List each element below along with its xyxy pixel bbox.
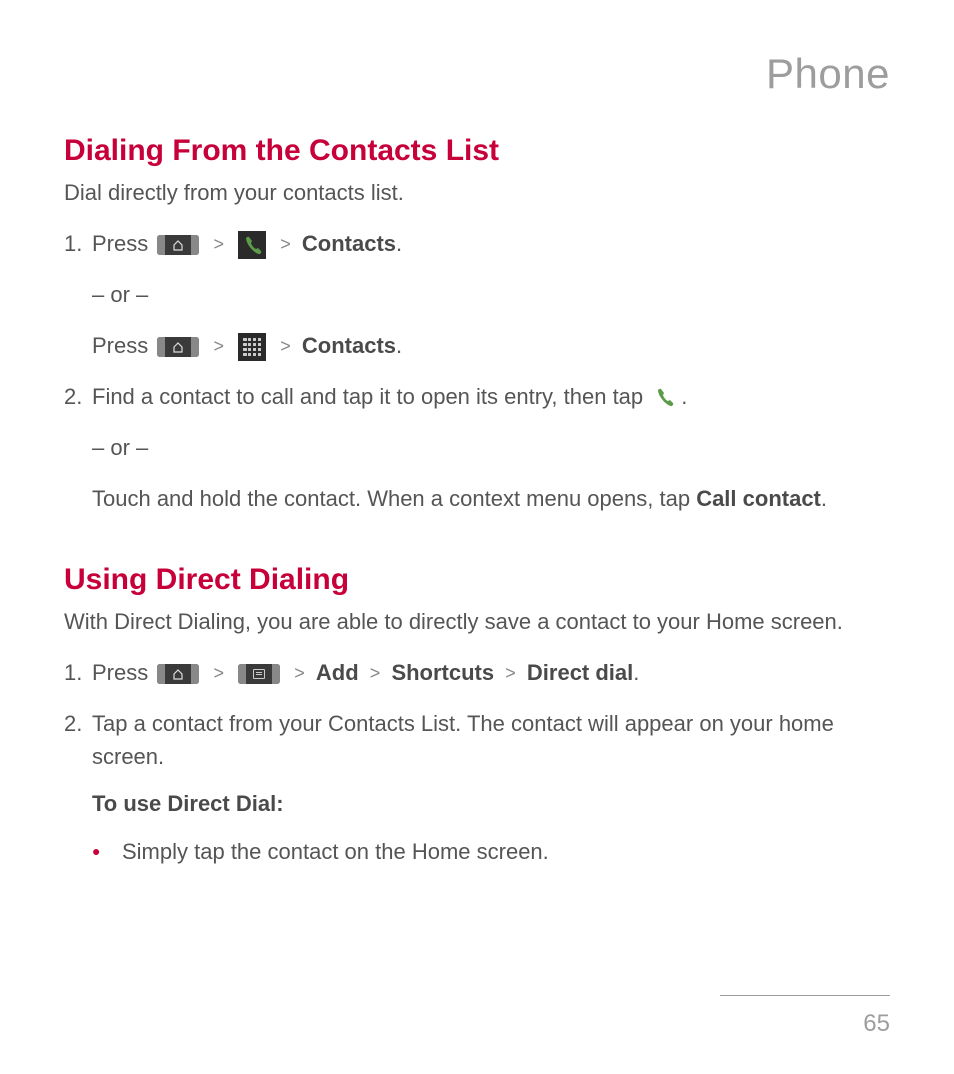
home-button-icon — [157, 337, 199, 357]
step-list-2: Press > > Add > Shortcuts > Direct dial.… — [64, 656, 890, 773]
page-footer: 65 — [720, 995, 890, 1038]
menu-button-icon — [238, 664, 280, 684]
step-1b: Press > > Add > Shortcuts > Direct dial. — [64, 656, 890, 689]
press-text: Press — [92, 231, 148, 256]
or-block: – or – — [92, 278, 890, 311]
press-text: Press — [92, 333, 148, 358]
contacts-label: Contacts — [302, 231, 396, 256]
apps-grid-icon — [238, 333, 266, 361]
separator-icon: > — [280, 336, 291, 356]
page-header: Phone — [64, 50, 890, 98]
separator-icon: > — [505, 663, 516, 683]
step2-text: Find a contact to call and tap it to ope… — [92, 384, 643, 409]
period: . — [633, 660, 639, 685]
or-text: – or – — [92, 435, 148, 460]
add-label: Add — [316, 660, 359, 685]
step-2b: Tap a contact from your Contacts List. T… — [64, 707, 890, 773]
bullet-item: Simply tap the contact on the Home scree… — [92, 835, 890, 868]
or-text: – or – — [92, 282, 148, 307]
period: . — [821, 486, 827, 511]
home-button-icon — [157, 664, 199, 684]
separator-icon: > — [370, 663, 381, 683]
press-text: Press — [92, 660, 148, 685]
section-heading-dialing: Dialing From the Contacts List — [64, 134, 890, 168]
page-number: 65 — [720, 1010, 890, 1038]
intro-text: Dial directly from your contacts list. — [64, 178, 890, 209]
separator-icon: > — [280, 234, 291, 254]
home-button-icon — [157, 235, 199, 255]
step-list-1: Press > > Contacts. – or – Press > — [64, 227, 890, 515]
intro-text-2: With Direct Dialing, you are able to dir… — [64, 607, 890, 638]
step-2: Find a contact to call and tap it to ope… — [64, 380, 890, 515]
call-icon — [652, 385, 678, 411]
separator-icon: > — [214, 663, 225, 683]
separator-icon: > — [294, 663, 305, 683]
separator-icon: > — [214, 336, 225, 356]
separator-icon: > — [214, 234, 225, 254]
step2-alt-text: Touch and hold the contact. When a conte… — [92, 486, 696, 511]
alt-step-2: Touch and hold the contact. When a conte… — [92, 482, 890, 515]
alt-step: Press > > Contacts. — [92, 329, 890, 362]
phone-tile-icon — [238, 231, 266, 259]
shortcuts-label: Shortcuts — [391, 660, 494, 685]
contacts-label: Contacts — [302, 333, 396, 358]
direct-dial-label: Direct dial — [527, 660, 633, 685]
section-heading-direct-dialing: Using Direct Dialing — [64, 563, 890, 597]
footer-rule — [720, 995, 890, 996]
period: . — [681, 384, 687, 409]
bullet-list: Simply tap the contact on the Home scree… — [64, 835, 890, 868]
sub-heading-use-direct: To use Direct Dial: — [64, 791, 890, 817]
or-block: – or – — [92, 431, 890, 464]
step-1: Press > > Contacts. – or – Press > — [64, 227, 890, 362]
call-contact-label: Call contact — [696, 486, 821, 511]
